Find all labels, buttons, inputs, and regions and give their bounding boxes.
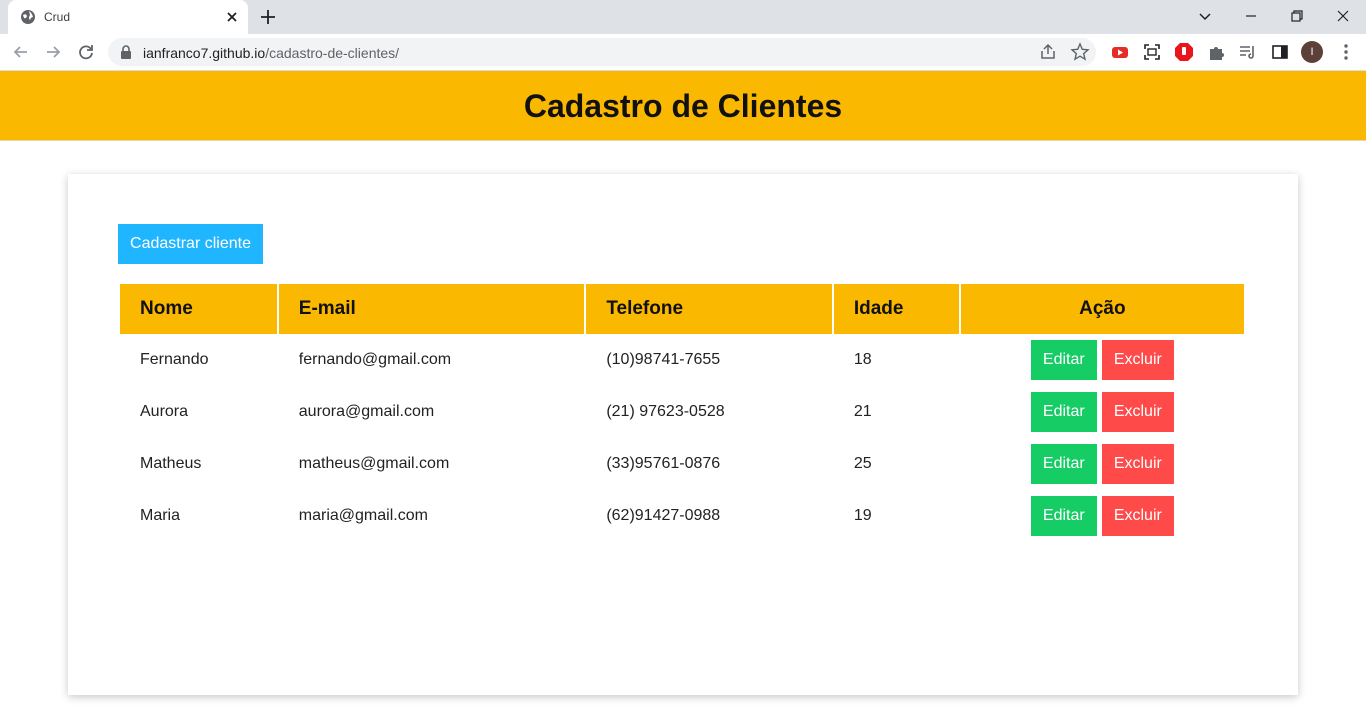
delete-button[interactable]: Excluir (1101, 496, 1174, 536)
browser-tab[interactable]: Crud (8, 0, 248, 34)
add-client-button[interactable]: Cadastrar cliente (118, 224, 263, 264)
column-header-acao: Ação (960, 284, 1244, 334)
cell-telefone: (10)98741-7655 (606, 351, 721, 368)
cell-actions: Editar Excluir (961, 334, 1244, 386)
clients-table: Nome E-mail Telefone Idade Ação Fernando… (118, 284, 1246, 542)
cell-idade: 18 (853, 351, 872, 368)
cell-email: fernando@gmail.com (298, 351, 452, 368)
window-close-icon[interactable] (1332, 5, 1354, 27)
delete-button[interactable]: Excluir (1101, 340, 1174, 380)
edit-button[interactable]: Editar (1030, 392, 1097, 432)
cell-telefone: (21) 97623-0528 (606, 403, 725, 420)
edit-button[interactable]: Editar (1030, 496, 1097, 536)
back-arrow-icon[interactable] (10, 41, 32, 63)
side-panel-icon[interactable] (1269, 41, 1291, 63)
cell-idade: 25 (853, 455, 872, 472)
cell-nome: Aurora (140, 403, 189, 420)
column-header-telefone: Telefone (586, 284, 832, 334)
adblock-extension-icon[interactable] (1173, 41, 1195, 63)
delete-button[interactable]: Excluir (1101, 444, 1174, 484)
table-header-row: Nome E-mail Telefone Idade Ação (120, 284, 1244, 334)
cell-nome: Maria (140, 507, 181, 524)
reading-list-icon[interactable] (1237, 41, 1259, 63)
table-row: Aurora aurora@gmail.com (21) 97623-0528 … (120, 386, 1244, 438)
screenshot-extension-icon[interactable] (1141, 41, 1163, 63)
edit-button[interactable]: Editar (1030, 340, 1097, 380)
cell-actions: Editar Excluir (961, 438, 1244, 490)
browser-toolbar: ianfranco7.github.io/cadastro-de-cliente… (0, 34, 1366, 71)
lock-icon[interactable] (120, 45, 132, 59)
cell-telefone: (33)95761-0876 (606, 455, 721, 472)
page-header: Cadastro de Clientes (0, 71, 1366, 141)
tab-search-chevron-icon[interactable] (1194, 5, 1216, 27)
cell-nome: Fernando (140, 351, 209, 368)
table-row: Maria maria@gmail.com (62)91427-0988 19 … (120, 490, 1244, 542)
share-icon[interactable] (1038, 42, 1058, 62)
forward-arrow-icon[interactable] (42, 41, 64, 63)
table-row: Fernando fernando@gmail.com (10)98741-76… (120, 334, 1244, 386)
puzzle-extensions-icon[interactable] (1205, 41, 1227, 63)
cell-idade: 21 (853, 403, 872, 420)
new-tab-icon[interactable] (258, 7, 278, 27)
tab-title: Crud (44, 10, 71, 24)
globe-icon (21, 10, 35, 24)
column-header-idade: Idade (833, 284, 959, 334)
browser-tabstrip: Crud (0, 0, 1366, 34)
close-tab-icon[interactable] (223, 8, 241, 26)
column-header-email: E-mail (278, 284, 585, 334)
cell-email: matheus@gmail.com (298, 455, 450, 472)
clients-card: Cadastrar cliente Nome E-mail Telefone I… (68, 174, 1298, 695)
cell-actions: Editar Excluir (961, 386, 1244, 438)
cell-idade: 19 (853, 507, 872, 524)
cell-email: aurora@gmail.com (298, 403, 435, 420)
minimize-icon[interactable] (1240, 5, 1262, 27)
edit-button[interactable]: Editar (1030, 444, 1097, 484)
url-text[interactable]: ianfranco7.github.io/cadastro-de-cliente… (143, 45, 399, 61)
bookmark-star-icon[interactable] (1070, 42, 1090, 62)
cell-email: maria@gmail.com (298, 507, 428, 524)
url-path: /cadastro-de-clientes/ (265, 45, 400, 61)
kebab-menu-icon[interactable] (1335, 41, 1357, 63)
address-bar[interactable]: ianfranco7.github.io/cadastro-de-cliente… (108, 38, 1096, 66)
reload-icon[interactable] (75, 41, 97, 63)
youtube-extension-icon[interactable] (1109, 41, 1131, 63)
cell-telefone: (62)91427-0988 (606, 507, 721, 524)
restore-icon[interactable] (1286, 5, 1308, 27)
table-row: Matheus matheus@gmail.com (33)95761-0876… (120, 438, 1244, 490)
delete-button[interactable]: Excluir (1101, 392, 1174, 432)
profile-avatar[interactable]: I (1301, 41, 1323, 63)
page-title: Cadastro de Clientes (523, 88, 843, 124)
cell-actions: Editar Excluir (961, 490, 1244, 542)
cell-nome: Matheus (140, 455, 202, 472)
url-domain: ianfranco7.github.io (143, 45, 266, 61)
column-header-nome: Nome (120, 284, 277, 334)
